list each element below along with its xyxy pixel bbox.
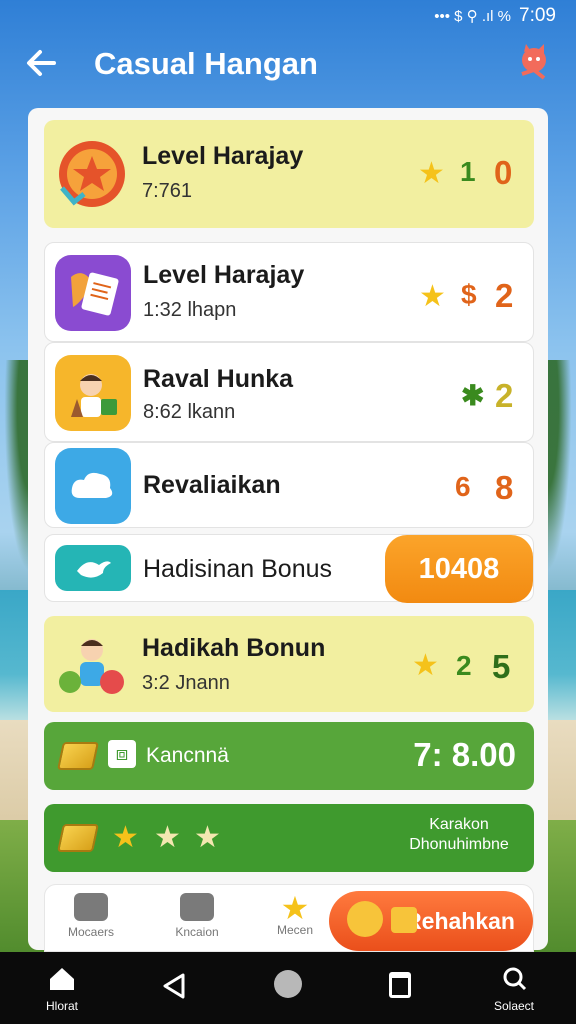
star-icon: ★ [280,890,310,926]
star-badge-icon [54,136,130,212]
nav-home-label: Hlorat [45,999,78,1013]
tab-label: Mecen [276,923,314,937]
recents-icon [389,972,411,998]
list-item[interactable]: Revaliaikan 6 8 [44,442,534,528]
row-mid-value: 1 [460,156,476,187]
nav-home[interactable]: Hlorat [32,966,92,1013]
search-icon [503,967,527,991]
cloud-icon [55,448,131,524]
nav-search[interactable]: Solaect [484,966,544,1013]
character-avatar-icon [55,355,131,431]
row-subtitle: 8:62 lkann [143,401,236,423]
home-icon [50,968,74,990]
tab-robot[interactable]: Kncaion [157,893,237,939]
row-subtitle: 1:32 lhapn [143,299,237,321]
bonus-title: Hadisinan Bonus [143,555,333,583]
fox-mascot-icon[interactable] [514,42,550,82]
main-panel: Level Harajay 7:761 ★ 1 0 Level Harajay … [28,108,548,952]
robot-icon [180,893,214,921]
tab-star[interactable]: ★ Mecen [255,890,335,937]
row-title: Level Harajay [142,142,304,170]
list-item[interactable]: Hadikah Bonun 3:2 Jnann ★ 2 5 [44,616,534,712]
row-value: 2 [495,377,514,414]
action-button-label: Rehahkan [405,907,515,934]
star-icon: ★ [412,649,439,682]
nav-home-circle[interactable] [258,970,318,1003]
bottom-tab-strip: Mocaers Kncaion ★ Mecen Rehahkan [44,884,534,952]
bonus-value-button[interactable]: 10408 [385,535,533,603]
row-subtitle: 7:761 [142,180,193,202]
row-title: Raval Hunka [143,365,294,393]
nav-back[interactable] [144,972,204,1005]
star-icon: ★ [112,821,139,854]
row-value: 0 [494,154,513,191]
status-time: 7:09 [519,5,556,26]
reward-line2: Dhonuhimbne [409,836,509,853]
status-icons: ••• $ ⚲ .ıl % [434,8,512,25]
gold-bar-icon [57,742,99,770]
list-item[interactable]: Level Harajay 7:761 ★ 1 0 [44,120,534,228]
app-header: Casual Hangan [0,40,576,90]
circle-icon [274,970,302,998]
list-item[interactable]: Level Harajay 1:32 lhapn ★ $ 2 [44,242,534,342]
home-icon [74,893,108,921]
tab-label: Mocaers [67,925,114,939]
page-title: Casual Hangan [94,46,318,81]
nav-search-label: Solaect [493,999,535,1013]
nav-recents[interactable] [370,970,430,1005]
box-icon: ⧈ [108,740,136,768]
status-bar: ••• $ ⚲ .ıl % 7:09 [0,0,576,32]
bonus-row[interactable]: Hadisinan Bonus 10408 [44,534,534,603]
row-mid-value: 2 [456,650,472,681]
reward-line1: Karakon [429,816,489,833]
row-value: 5 [492,648,511,685]
bird-icon [55,545,131,591]
system-nav-bar: Hlorat Solaect [0,952,576,1024]
reward-row[interactable]: ⧈ Kancnnä 7: 8.00 [44,722,534,790]
row-title: Revaliaikan [143,471,281,499]
row-mid-value: ✱ [461,380,485,411]
action-button[interactable]: Rehahkan [329,891,533,951]
tab-label: Kncaion [175,925,219,939]
reward-row[interactable]: ★ ★ ★ Karakon Dhonuhimbne [44,804,534,872]
row-mid-value: $ [461,279,477,310]
reward-value: 7: 8.00 [413,736,516,773]
document-icon [55,255,131,331]
row-value: 2 [495,277,514,314]
star-icon: ★ [154,821,181,854]
ticket-icon [391,907,417,933]
star-icon: ★ [419,280,446,313]
row-mid-value: 6 [455,471,471,502]
back-arrow-icon[interactable] [24,46,60,82]
back-triangle-icon [163,973,185,999]
list-item[interactable]: Raval Hunka 8:62 lkann ✱ 2 [44,342,534,442]
character-fruit-icon [54,626,130,702]
fruit-icon [347,901,383,937]
row-value: 8 [495,469,514,506]
star-icon: ★ [418,157,445,190]
row-subtitle: 3:2 Jnann [142,672,230,694]
reward-label: Kancnnä [146,744,229,767]
row-title: Hadikah Bonun [142,634,326,662]
row-title: Level Harajay [143,261,305,289]
star-icon: ★ [194,821,221,854]
gold-bar-icon [57,824,99,852]
tab-home[interactable]: Mocaers [51,893,131,939]
